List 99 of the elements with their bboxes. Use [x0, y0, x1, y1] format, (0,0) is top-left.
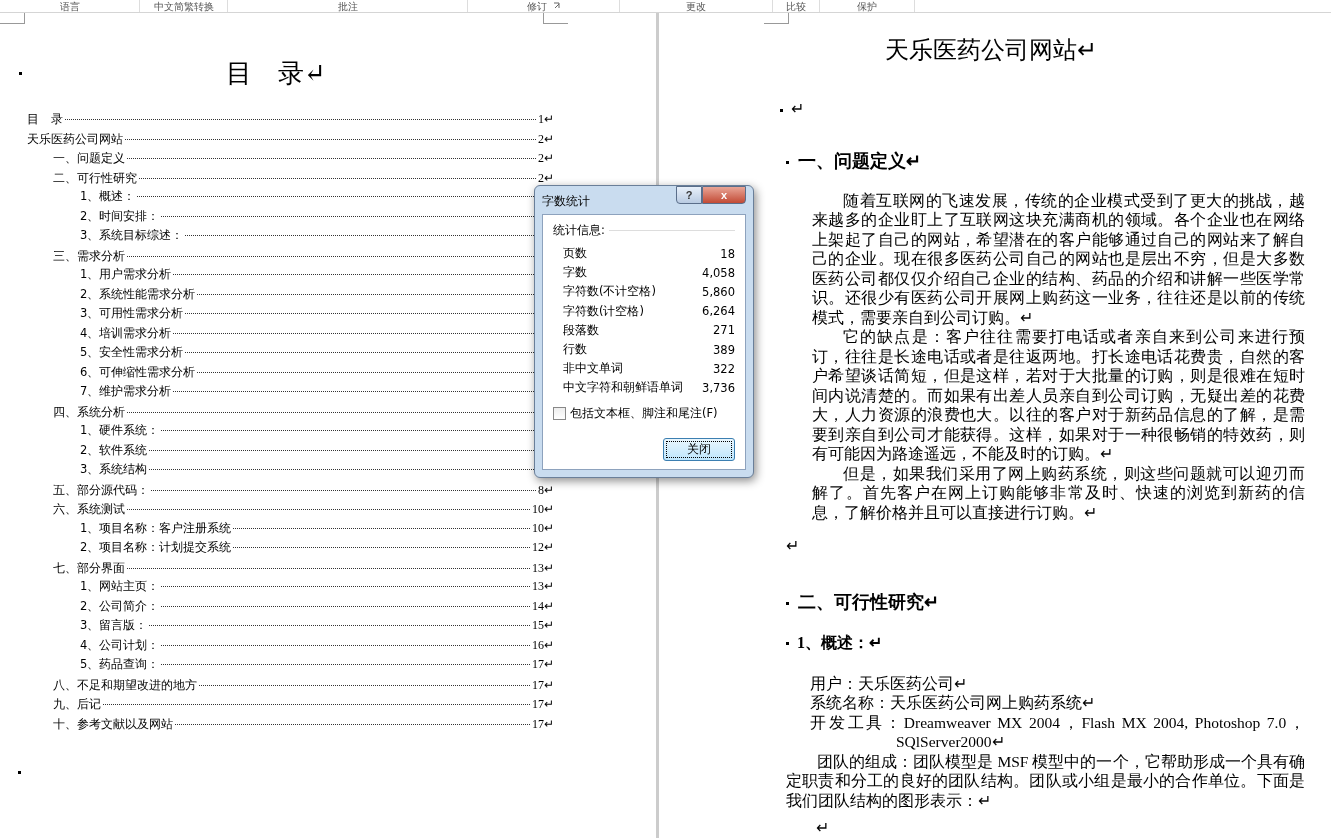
- toc-entry[interactable]: 3、可用性需求分析: [80, 306, 184, 321]
- toc-page-number: 17↵: [532, 677, 554, 693]
- paragraph-mark: ↵: [816, 819, 829, 836]
- toc-entry[interactable]: 6、可伸缩性需求分析: [80, 364, 196, 380]
- ribbon-group-label: 保护: [857, 0, 877, 12]
- toc-page-number: 10↵: [532, 502, 554, 517]
- group-label: 统计信息:: [553, 223, 605, 238]
- format-mark-icon: [18, 771, 21, 774]
- stat-label: 字符数(计空格): [563, 303, 644, 319]
- checkbox-label[interactable]: 包括文本框、脚注和尾注(F): [570, 405, 718, 421]
- toc-entry[interactable]: 三、需求分析: [53, 247, 125, 265]
- checkbox[interactable]: [553, 406, 566, 420]
- toc-entry[interactable]: 天乐医药公司网站: [27, 130, 123, 148]
- toc-page-number: 17↵: [532, 657, 554, 672]
- stat-value: 322: [713, 361, 735, 376]
- toc-entry[interactable]: 2、系统性能需求分析: [80, 286, 196, 302]
- toc-page-number: 2↵: [538, 170, 554, 186]
- stat-value: 3,736: [702, 380, 735, 395]
- close-dialog-button[interactable]: 关闭: [663, 438, 735, 461]
- stat-label: 非中文单词: [563, 361, 623, 377]
- stat-label: 页数: [563, 246, 587, 262]
- toc-entry[interactable]: 1、网站主页：: [80, 579, 160, 594]
- paragraph-mark: ↵: [786, 537, 799, 554]
- stat-value: 6,264: [702, 304, 735, 319]
- stat-value: 389: [713, 342, 735, 357]
- stat-label: 字数: [563, 265, 587, 281]
- toc-title: 目 录↵: [226, 56, 326, 90]
- body-paragraph: 团队的组成：团队模型是 MSF 模型中的一个，它帮助形成一个具有确定职责和分工的良好的团队结构。团队或小组是最小的合作单位。下面是我们团队结构的图形表示：↵: [786, 752, 1305, 809]
- toc-page-number: 13↵: [532, 560, 554, 576]
- toc-entry[interactable]: 4、公司计划：: [80, 637, 160, 653]
- toc-page-number: 16↵: [532, 637, 554, 653]
- stat-label: 行数: [563, 342, 587, 358]
- section-heading: 二、可行性研究↵: [797, 591, 939, 612]
- toc-entry[interactable]: 5、安全性需求分析: [80, 345, 184, 360]
- toc-entry[interactable]: 十、参考文献以及网站: [53, 715, 173, 733]
- stat-label: 中文字符和朝鲜语单词: [563, 380, 683, 396]
- crop-mark: [543, 13, 568, 24]
- toc-page-number: 17↵: [532, 697, 554, 712]
- toc-page-number: 13↵: [532, 579, 554, 594]
- toc-entry[interactable]: 2、公司简介：: [80, 598, 160, 614]
- toc-entry[interactable]: 1、硬件系统：: [80, 423, 160, 438]
- toc-page-number: 12↵: [532, 540, 554, 555]
- toc-entry[interactable]: 1、用户需求分析: [80, 267, 172, 282]
- crop-mark: [764, 13, 789, 24]
- ribbon-group-label: 中文简繁转换: [153, 0, 214, 12]
- body-paragraph: 但是，如果我们采用了网上购药系统，则这些问题就可以迎刃而解了。首先客户在网上订购能够非常及时、快速的浏览到新药的信息，了解价格并且可以直接进行订购。↵: [812, 464, 1305, 521]
- toc-entry[interactable]: 八、不足和期望改进的地方: [53, 676, 197, 694]
- toc-entry[interactable]: 五、部分源代码：: [53, 481, 149, 499]
- stat-value: 4,058: [702, 265, 735, 280]
- ribbon-group-label: 修订: [526, 0, 547, 12]
- toc-entry[interactable]: 3、留言版：: [80, 618, 148, 633]
- toc-entry[interactable]: 七、部分界面: [53, 559, 125, 577]
- body-line: 开发工具：Dreamweaver MX 2004，Flash MX 2004, Photoshop 7.0，SQlServer2000↵: [810, 713, 1305, 750]
- toc-entry[interactable]: 7、维护需求分析: [80, 384, 172, 399]
- ribbon-group-label: 批注: [337, 0, 358, 12]
- toc-entry[interactable]: 1、项目名称：客户注册系统: [80, 520, 232, 536]
- stat-value: 18: [720, 246, 735, 261]
- body-line: 系统名称：天乐医药公司网上购药系统↵: [810, 694, 1095, 711]
- toc-entry[interactable]: 3、系统结构: [80, 462, 148, 477]
- toc-page-number: 2↵: [538, 151, 554, 166]
- toc-page-number: 15↵: [532, 618, 554, 633]
- toc-entry[interactable]: 1、概述：: [80, 189, 136, 204]
- stat-label: 字符数(不计空格): [563, 284, 656, 300]
- toc-entry[interactable]: 二、可行性研究: [53, 169, 137, 187]
- stat-value: 5,860: [702, 284, 735, 299]
- toc-page-number: 17↵: [532, 716, 554, 732]
- toc-entry[interactable]: 2、软件系统: [80, 442, 148, 458]
- subsection-heading: 1、概述：↵: [797, 633, 882, 651]
- dialog-title: 字数统计: [542, 194, 590, 209]
- toc-entry[interactable]: 2、项目名称：计划提交系统: [80, 540, 232, 555]
- toc-entry[interactable]: 四、系统分析: [53, 403, 125, 421]
- toc-entry[interactable]: 目 录: [27, 111, 63, 128]
- toc-entry[interactable]: 九、后记: [53, 696, 101, 713]
- toc-entry[interactable]: 六、系统测试: [53, 501, 125, 518]
- dialog-launcher-icon[interactable]: [552, 2, 561, 10]
- crop-mark: [0, 13, 25, 24]
- body-line: 用户：天乐医药公司↵: [810, 674, 967, 692]
- toc-entry[interactable]: 5、药品查询：: [80, 657, 160, 672]
- document-title: 天乐医药公司网站↵: [884, 37, 1097, 63]
- stat-value: 271: [713, 323, 735, 338]
- toc-page-number: 1↵: [538, 112, 554, 127]
- ribbon-group-label: 更改: [686, 0, 706, 12]
- body-paragraph: 随着互联网的飞速发展，传统的企业模式受到了更大的挑战，越来越多的企业盯上了互联网这块充满商机的领域。各个企业也在网络上架起了自己的网站，希望潜在的客户能够通过自己的网站来了解自己的企业。现在很多医药公司自己的网站也是层出不穷，但是大多数医药公司都仅仅介绍自己企业的结构、药品的介绍和讲解一些医学常识。还很少有医药公司开展网上购药这一业务，往往还是以前的传统模式，需要亲自到公司订购。↵: [812, 191, 1305, 326]
- body-paragraph: 它的缺点是：客户往往需要打电话或者亲自来到公司来进行预订，往往是长途电话或者是往返两地。打长途电话花费贵，自然的客户希望谈话简短，但是这样，若对于大批量的订购，则是很难在短时间内说清楚的。而如果有出差人员亲自到公司订购，无疑出差的花费大，人力资源的浪费也大。以往的客户对于新药品信息的了解，是需要到亲自到公司才能获得。这样，如果对于一种很畅销的特效药，则有可能因为路途遥远，不能及时的订购。↵: [812, 328, 1305, 462]
- toc-page-number: 14↵: [532, 598, 554, 614]
- toc-page-number: 2↵: [538, 131, 554, 147]
- format-mark-icon: [19, 71, 22, 75]
- stat-label: 段落数: [563, 322, 599, 338]
- ribbon-group-label: 语言: [59, 0, 80, 12]
- toc-page-number: 8↵: [538, 482, 554, 498]
- toc-page-number: 10↵: [532, 520, 554, 536]
- toc-entry[interactable]: 3、系统目标综述：: [80, 228, 184, 243]
- paragraph-mark: ↵: [790, 100, 804, 117]
- ribbon-group-label: 比较: [786, 0, 806, 12]
- toc-entry[interactable]: 4、培训需求分析: [80, 325, 172, 341]
- section-heading: 一、问题定义↵: [797, 150, 921, 171]
- toc-entry[interactable]: 2、时间安排：: [80, 208, 160, 224]
- help-button[interactable]: ?: [676, 186, 702, 204]
- toc-entry[interactable]: 一、问题定义: [53, 150, 125, 167]
